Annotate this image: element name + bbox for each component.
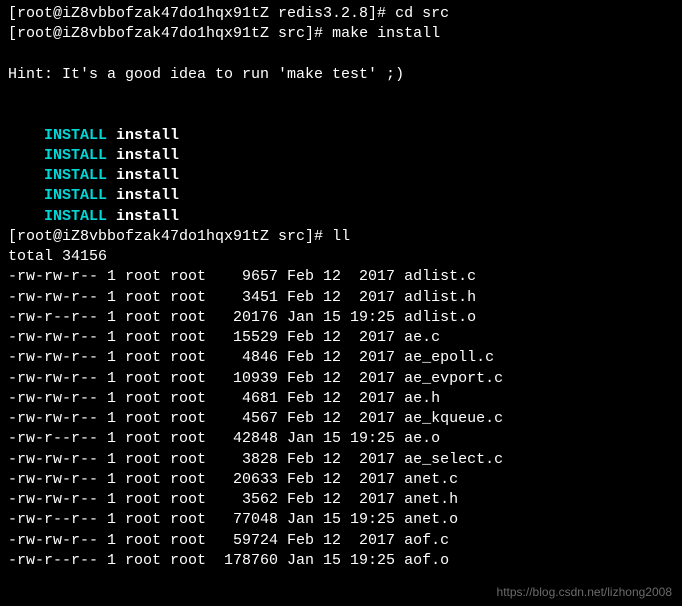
terminal-line (8, 45, 674, 65)
hint-line: Hint: It's a good idea to run 'make test… (8, 65, 674, 85)
file-row: -rw-rw-r-- 1 root root 20633 Feb 12 2017… (8, 470, 674, 490)
file-row: -rw-r--r-- 1 root root 178760 Jan 15 19:… (8, 551, 674, 571)
install-label: INSTALL (44, 167, 107, 184)
terminal[interactable]: [root@iZ8vbbofzak47do1hqx91tZ redis3.2.8… (0, 0, 682, 575)
terminal-line: [root@iZ8vbbofzak47do1hqx91tZ src]# make… (8, 24, 674, 44)
install-line: INSTALL install (8, 146, 674, 166)
terminal-line (8, 105, 674, 125)
shell-prompt: [root@iZ8vbbofzak47do1hqx91tZ redis3.2.8… (8, 5, 395, 22)
shell-command: cd src (395, 5, 449, 22)
install-label: INSTALL (44, 127, 107, 144)
install-line: INSTALL install (8, 207, 674, 227)
terminal-line: [root@iZ8vbbofzak47do1hqx91tZ redis3.2.8… (8, 4, 674, 24)
file-row: -rw-rw-r-- 1 root root 4567 Feb 12 2017 … (8, 409, 674, 429)
file-row: -rw-r--r-- 1 root root 20176 Jan 15 19:2… (8, 308, 674, 328)
file-row: -rw-rw-r-- 1 root root 3562 Feb 12 2017 … (8, 490, 674, 510)
install-line: INSTALL install (8, 126, 674, 146)
install-target: install (116, 208, 179, 225)
shell-prompt: [root@iZ8vbbofzak47do1hqx91tZ src]# (8, 228, 332, 245)
file-row: -rw-rw-r-- 1 root root 15529 Feb 12 2017… (8, 328, 674, 348)
file-row: -rw-r--r-- 1 root root 42848 Jan 15 19:2… (8, 429, 674, 449)
install-label: INSTALL (44, 208, 107, 225)
file-row: -rw-rw-r-- 1 root root 9657 Feb 12 2017 … (8, 267, 674, 287)
file-row: -rw-r--r-- 1 root root 77048 Jan 15 19:2… (8, 510, 674, 530)
install-target: install (116, 167, 179, 184)
install-line: INSTALL install (8, 186, 674, 206)
total-line: total 34156 (8, 247, 674, 267)
file-row: -rw-rw-r-- 1 root root 3451 Feb 12 2017 … (8, 288, 674, 308)
shell-command: make install (332, 25, 440, 42)
install-label: INSTALL (44, 187, 107, 204)
terminal-line: [root@iZ8vbbofzak47do1hqx91tZ src]# ll (8, 227, 674, 247)
install-target: install (116, 147, 179, 164)
file-row: -rw-rw-r-- 1 root root 4681 Feb 12 2017 … (8, 389, 674, 409)
file-row: -rw-rw-r-- 1 root root 3828 Feb 12 2017 … (8, 450, 674, 470)
watermark: https://blog.csdn.net/lizhong2008 (497, 584, 672, 600)
terminal-line (8, 85, 674, 105)
file-row: -rw-rw-r-- 1 root root 10939 Feb 12 2017… (8, 369, 674, 389)
install-target: install (116, 127, 179, 144)
shell-prompt: [root@iZ8vbbofzak47do1hqx91tZ src]# (8, 25, 332, 42)
file-row: -rw-rw-r-- 1 root root 59724 Feb 12 2017… (8, 531, 674, 551)
install-line: INSTALL install (8, 166, 674, 186)
install-label: INSTALL (44, 147, 107, 164)
shell-command: ll (332, 228, 350, 245)
file-row: -rw-rw-r-- 1 root root 4846 Feb 12 2017 … (8, 348, 674, 368)
install-target: install (116, 187, 179, 204)
